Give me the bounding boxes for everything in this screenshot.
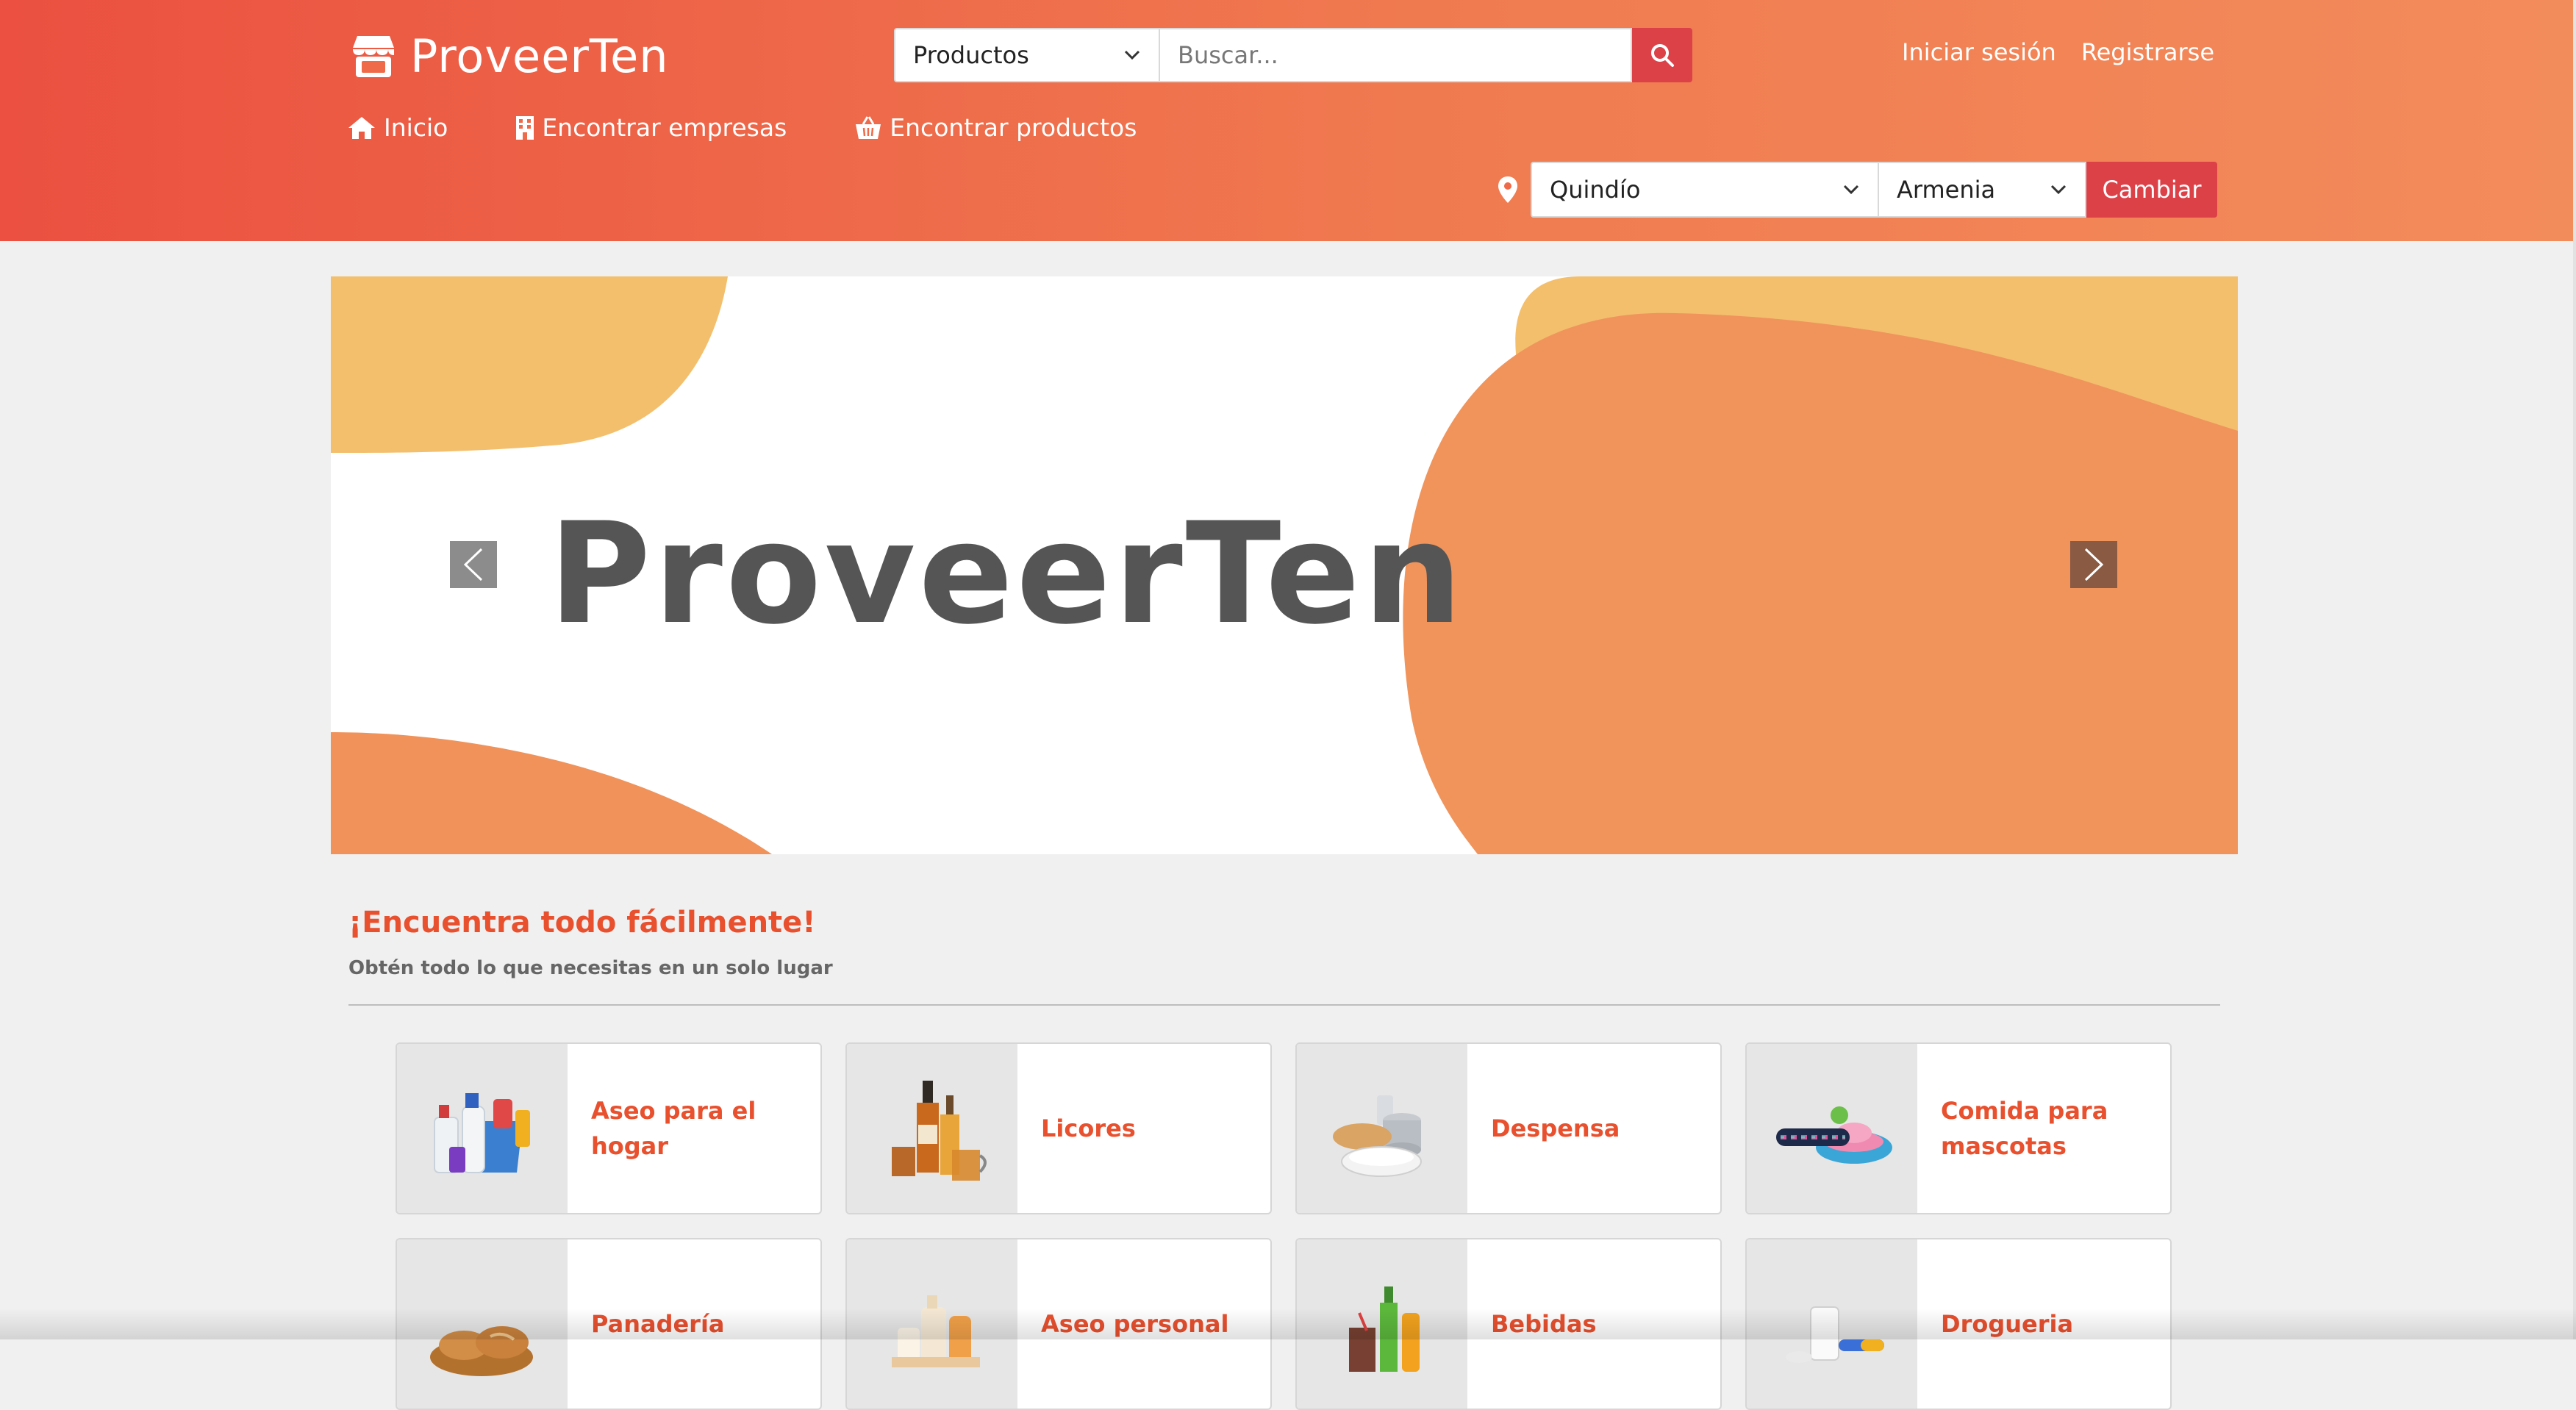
category-thumbnail	[847, 1044, 1017, 1213]
category-card-aseo-hogar[interactable]: Aseo para el hogar	[396, 1042, 822, 1214]
chevron-down-icon	[1124, 50, 1140, 60]
category-label: Comida para mascotas	[1941, 1097, 2108, 1160]
nav-item-empresas[interactable]: Encontrar empresas	[515, 113, 787, 142]
category-label: Aseo para el hogar	[591, 1097, 756, 1160]
brand-logo[interactable]: ProveerTen	[348, 29, 669, 83]
city-select[interactable]: Armenia	[1879, 162, 2086, 218]
carousel-next-button[interactable]	[2070, 541, 2117, 588]
store-icon	[353, 35, 394, 77]
nav-label: Encontrar empresas	[542, 113, 787, 142]
chevron-right-icon	[2084, 548, 2104, 581]
department-select[interactable]: Quindío	[1531, 162, 1879, 218]
search-category-select[interactable]: Productos	[894, 28, 1159, 82]
chevron-down-icon	[1843, 185, 1859, 195]
category-thumbnail	[1747, 1044, 1917, 1213]
liquor-bottles-icon	[892, 1081, 987, 1181]
top-header: ProveerTen Productos Iniciar sesión Regi…	[0, 0, 2573, 241]
login-link[interactable]: Iniciar sesión	[1902, 38, 2056, 66]
category-card-licores[interactable]: Licores	[845, 1042, 1272, 1214]
search-icon	[1651, 44, 1674, 67]
pantry-icon	[1333, 1095, 1422, 1177]
scrollbar-track[interactable]	[2573, 0, 2576, 1339]
change-location-button[interactable]: Cambiar	[2086, 162, 2217, 218]
nav-item-productos[interactable]: Encontrar productos	[854, 113, 1137, 142]
city-value: Armenia	[1897, 176, 1996, 204]
building-icon	[516, 115, 534, 140]
nav-item-inicio[interactable]: Inicio	[347, 113, 448, 142]
register-link[interactable]: Registrarse	[2081, 38, 2214, 66]
location-pin-icon	[1498, 176, 1517, 203]
hero-carousel: ProveerTen	[331, 276, 2238, 854]
search-input[interactable]	[1159, 28, 1632, 82]
category-card-mascotas[interactable]: Comida para mascotas	[1745, 1042, 2172, 1214]
basket-icon	[856, 115, 881, 139]
category-card-despensa[interactable]: Despensa	[1295, 1042, 1722, 1214]
search-bar: Productos	[894, 28, 1692, 82]
section-subtitle: Obtén todo lo que necesitas en un solo l…	[348, 957, 833, 979]
chevron-down-icon	[2050, 185, 2067, 195]
bottom-fade	[0, 1309, 2576, 1339]
category-label: Licores	[1041, 1114, 1136, 1142]
nav-label: Encontrar productos	[890, 113, 1137, 142]
chevron-left-icon	[463, 548, 483, 581]
search-category-value: Productos	[913, 41, 1029, 69]
banner-title: ProveerTen	[548, 493, 1466, 655]
search-button[interactable]	[1632, 28, 1692, 82]
section-divider	[348, 1004, 2220, 1006]
location-selector: Quindío Armenia Cambiar	[1497, 162, 2217, 218]
category-label: Despensa	[1491, 1114, 1620, 1142]
section-title: ¡Encuentra todo fácilmente!	[348, 906, 816, 940]
category-thumbnail	[397, 1044, 568, 1213]
category-grid: Aseo para el hogar Licores Despensa Comi…	[396, 1042, 2172, 1410]
carousel-prev-button[interactable]	[450, 541, 497, 588]
main-nav: Inicio Encontrar empresas Encontrar prod…	[347, 113, 1137, 142]
cleaning-products-icon	[434, 1093, 530, 1173]
department-value: Quindío	[1550, 176, 1641, 204]
home-icon	[348, 116, 375, 139]
nav-label: Inicio	[384, 113, 448, 142]
category-thumbnail	[1297, 1044, 1467, 1213]
brand-name: ProveerTen	[410, 29, 669, 83]
pet-food-icon	[1776, 1106, 1892, 1164]
auth-links: Iniciar sesión Registrarse	[1902, 38, 2214, 66]
